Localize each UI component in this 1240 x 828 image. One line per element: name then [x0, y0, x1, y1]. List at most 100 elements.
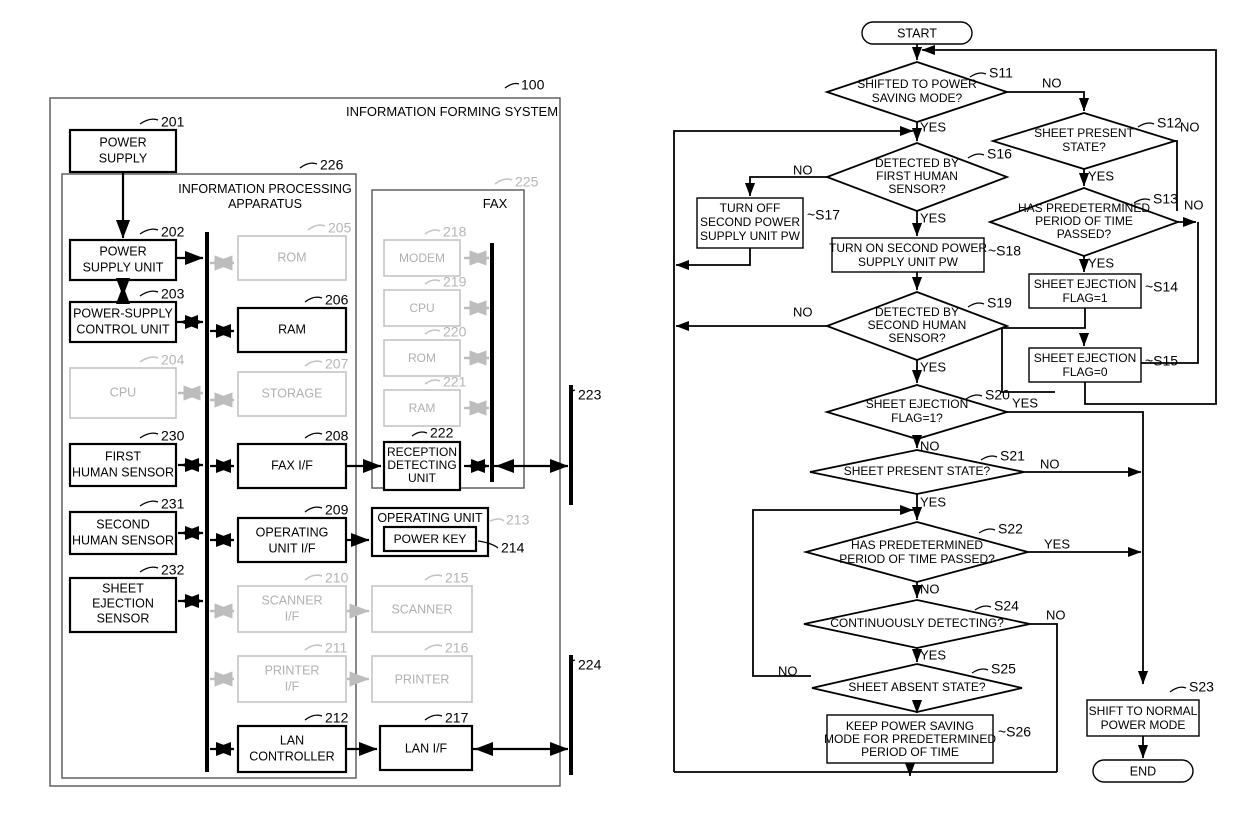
- leader-230: [139, 432, 159, 439]
- power-key-label: POWER KEY: [394, 532, 467, 546]
- leader-219: [424, 279, 441, 285]
- leader-212: [304, 714, 323, 721]
- s13-no: NO: [1184, 197, 1204, 212]
- s13-label-1: HAS PREDETERMINED: [1018, 201, 1150, 215]
- ref-219: 219: [443, 274, 467, 290]
- opif-label-2: UNIT I/F: [269, 541, 316, 555]
- s26-label-1: KEEP POWER SAVING: [846, 719, 974, 733]
- ref-221: 221: [443, 374, 467, 390]
- s19-no: NO: [793, 304, 813, 319]
- s19-label-2: SECOND HUMAN: [868, 318, 967, 332]
- leader-221: [424, 379, 441, 385]
- s21-label-1: SHEET PRESENT STATE?: [844, 464, 991, 478]
- ref-204: 204: [161, 352, 185, 368]
- s26-label-2: MODE FOR PREDETERMINED: [824, 732, 996, 746]
- leader-215: [424, 574, 443, 581]
- s16-label-1: DETECTED BY: [875, 156, 959, 170]
- pscu-label-1: POWER-SUPPLY: [73, 306, 173, 320]
- scanner-label: SCANNER: [391, 602, 452, 616]
- s19-label-1: DETECTED BY: [875, 305, 959, 319]
- s20-yes: YES: [1012, 395, 1038, 410]
- s22-label-1: HAS PREDETERMINED: [851, 538, 983, 552]
- leader-s23: [1169, 686, 1187, 693]
- ram-label: RAM: [278, 322, 306, 336]
- fax-cpu-label: CPU: [409, 301, 434, 315]
- leader-231: [139, 500, 159, 507]
- s14-label-1: SHEET EJECTION: [1034, 277, 1136, 291]
- pscu-label-2: CONTROL UNIT: [76, 322, 170, 336]
- faxif-label: FAX I/F: [271, 458, 313, 472]
- opif-label-1: OPERATING: [256, 525, 329, 539]
- leader-s22: [978, 528, 996, 534]
- scif-label-1: SCANNER: [261, 593, 322, 607]
- s13-yes: YES: [1088, 255, 1114, 270]
- leader-217: [424, 714, 443, 721]
- ref-214: 214: [501, 540, 525, 556]
- power-supply-label-2: SUPPLY: [99, 151, 148, 165]
- lanc-label-2: CONTROLLER: [249, 749, 334, 763]
- s16-label-3: SENSOR?: [888, 182, 946, 196]
- s11-yes: YES: [920, 119, 946, 134]
- rdu-label-2: DETECTING: [387, 458, 456, 472]
- s16-label-2: FIRST HUMAN: [876, 169, 958, 183]
- ref-226: 226: [320, 157, 344, 173]
- s17-label-2: SECOND POWER: [700, 215, 800, 229]
- s22-yes: YES: [1044, 536, 1070, 551]
- printer-label: PRINTER: [395, 672, 450, 686]
- ref-231: 231: [161, 496, 185, 512]
- fax-ram-label: RAM: [409, 401, 436, 415]
- ref-100: 100: [521, 77, 545, 93]
- ref-202: 202: [161, 224, 185, 240]
- s22-label-2: PERIOD OF TIME PASSED?: [839, 552, 995, 566]
- ref-201: 201: [161, 114, 185, 130]
- ref-203: 203: [161, 286, 185, 302]
- s12-label-2: STATE?: [1062, 140, 1106, 154]
- leader-202: [139, 228, 159, 235]
- ref-211: 211: [325, 640, 348, 656]
- ref-232: 232: [161, 562, 185, 578]
- ref-223: 223: [578, 387, 602, 403]
- ref-230: 230: [161, 428, 185, 444]
- fhs-label-2: HUMAN SENSOR: [72, 465, 174, 479]
- leader-s19: [967, 302, 985, 308]
- ref-s23: S23: [1189, 679, 1214, 695]
- shs-label-1: SECOND: [96, 517, 149, 531]
- s12-no: NO: [1180, 119, 1200, 134]
- leader-225: [494, 178, 513, 185]
- leader-204: [139, 356, 159, 363]
- path-s16-no: [744, 176, 827, 197]
- s18-label-2: SUPPLY UNIT PW: [858, 255, 959, 269]
- ref-s14: ~S14: [1145, 279, 1178, 295]
- ref-s20: S20: [985, 387, 1010, 403]
- s23-label-2: POWER MODE: [1101, 718, 1186, 732]
- ses-label-2: EJECTION: [92, 596, 154, 610]
- prif-label-2: I/F: [285, 679, 300, 693]
- ref-215: 215: [445, 570, 469, 586]
- leader-s24: [974, 605, 992, 611]
- scif-label-2: I/F: [285, 609, 300, 623]
- rdu-label-3: UNIT: [408, 471, 437, 485]
- lanc-label-1: LAN: [280, 733, 304, 747]
- leader-201: [139, 118, 159, 125]
- psu-label-1: POWER: [99, 244, 146, 258]
- leader-210: [304, 574, 323, 581]
- ref-s17: ~S17: [807, 207, 840, 223]
- rdu-label-1: RECEPTION: [387, 445, 457, 459]
- storage-label: STORAGE: [262, 386, 323, 400]
- ref-208: 208: [325, 428, 349, 444]
- leader-206: [304, 296, 323, 303]
- apparatus-title-1: INFORMATION PROCESSING: [178, 182, 351, 196]
- s13-label-3: PASSED?: [1057, 227, 1112, 241]
- leader-213: [489, 518, 505, 522]
- leader-s16: [967, 153, 985, 159]
- leader-222: [411, 431, 428, 437]
- leader-208: [304, 432, 323, 439]
- fax-title: FAX: [483, 196, 508, 211]
- leader-232: [139, 566, 159, 573]
- fhs-label-1: FIRST: [105, 449, 141, 463]
- s17-label-1: TURN OFF: [720, 201, 781, 215]
- s11-no: NO: [1042, 75, 1062, 90]
- left-block-diagram: 100 INFORMATION FORMING SYSTEM POWER SUP…: [49, 77, 602, 787]
- shs-label-2: HUMAN SENSOR: [72, 533, 174, 547]
- s19-yes: YES: [920, 359, 946, 374]
